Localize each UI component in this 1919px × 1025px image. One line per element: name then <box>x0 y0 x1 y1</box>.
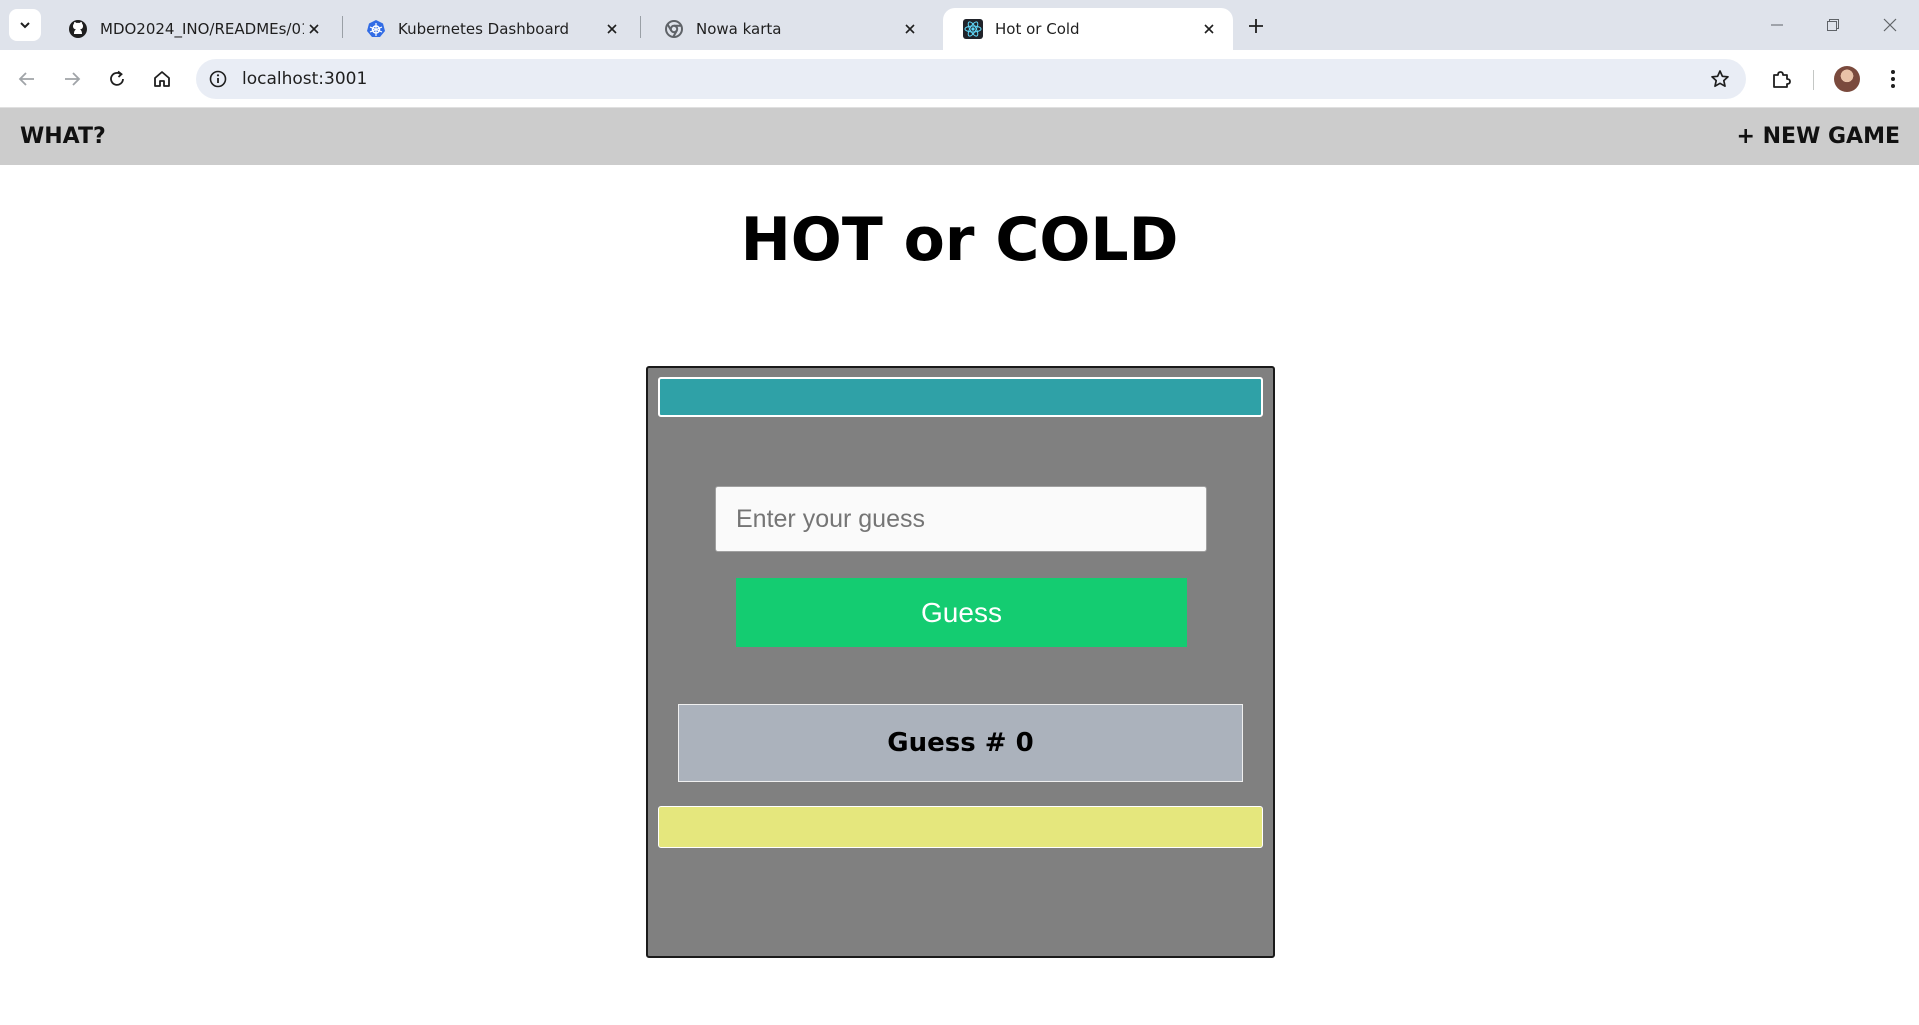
extensions-button[interactable] <box>1764 62 1798 96</box>
close-icon[interactable] <box>900 19 920 39</box>
close-icon <box>1883 18 1897 32</box>
arrow-left-icon <box>18 72 34 86</box>
new-tab-button[interactable] <box>1242 12 1270 40</box>
tab-title: Hot or Cold <box>995 20 1080 38</box>
tab-separator <box>640 16 641 38</box>
arrow-right-icon <box>65 72 81 86</box>
app-navbar: WHAT? + NEW GAME <box>0 108 1919 165</box>
more-vertical-icon <box>1891 70 1895 88</box>
minimize-icon <box>1771 24 1783 26</box>
close-icon[interactable] <box>304 19 324 39</box>
github-icon <box>68 19 88 39</box>
feedback-bar <box>658 377 1263 417</box>
guess-count: Guess # 0 <box>678 704 1243 782</box>
menu-button[interactable] <box>1876 62 1910 96</box>
restore-icon <box>1827 19 1839 31</box>
home-icon <box>154 71 170 87</box>
kubernetes-icon <box>366 19 386 39</box>
reload-icon <box>110 70 124 86</box>
tab-title: MDO2024_INO/READMEs/011- <box>100 20 304 38</box>
tab-title: Nowa karta <box>696 20 782 38</box>
close-icon[interactable] <box>602 19 622 39</box>
page-title: HOT or COLD <box>740 205 1179 275</box>
tab-hot-or-cold[interactable]: Hot or Cold <box>943 8 1233 50</box>
tab-new-tab[interactable]: Nowa karta <box>644 8 934 50</box>
guess-input[interactable] <box>715 486 1207 552</box>
close-icon[interactable] <box>1199 19 1219 39</box>
reload-button[interactable] <box>100 62 134 96</box>
toolbar-separator <box>1813 70 1814 90</box>
bookmark-star-icon[interactable] <box>1706 65 1734 93</box>
guess-history-bar <box>658 806 1263 848</box>
new-game-link[interactable]: + NEW GAME <box>1737 124 1900 149</box>
tab-kubernetes[interactable]: Kubernetes Dashboard <box>346 8 636 50</box>
back-button[interactable] <box>10 62 44 96</box>
tab-search-button[interactable] <box>9 9 41 41</box>
profile-button[interactable] <box>1830 62 1864 96</box>
restore-button[interactable] <box>1813 10 1853 40</box>
url-text[interactable]: localhost:3001 <box>242 69 367 89</box>
react-icon <box>963 19 983 39</box>
home-button[interactable] <box>145 62 179 96</box>
game-box: Guess Guess # 0 <box>646 366 1275 958</box>
chevron-down-icon <box>20 22 30 29</box>
minimize-button[interactable] <box>1757 10 1797 40</box>
chrome-icon <box>664 19 684 39</box>
forward-button[interactable] <box>55 62 89 96</box>
tab-separator <box>342 16 343 38</box>
info-icon[interactable] <box>204 65 232 93</box>
close-window-button[interactable] <box>1870 10 1910 40</box>
browser-tab-strip: MDO2024_INO/READMEs/011- Kubernetes Dash… <box>0 0 1919 50</box>
browser-toolbar: localhost:3001 <box>0 50 1919 108</box>
puzzle-icon <box>1773 71 1791 88</box>
avatar <box>1834 66 1860 92</box>
what-link[interactable]: WHAT? <box>20 124 106 149</box>
tab-github[interactable]: MDO2024_INO/READMEs/011- <box>48 8 338 50</box>
guess-button[interactable]: Guess <box>736 578 1187 647</box>
address-bar[interactable]: localhost:3001 <box>196 59 1746 99</box>
plus-icon <box>1249 19 1263 33</box>
tab-title: Kubernetes Dashboard <box>398 20 570 38</box>
